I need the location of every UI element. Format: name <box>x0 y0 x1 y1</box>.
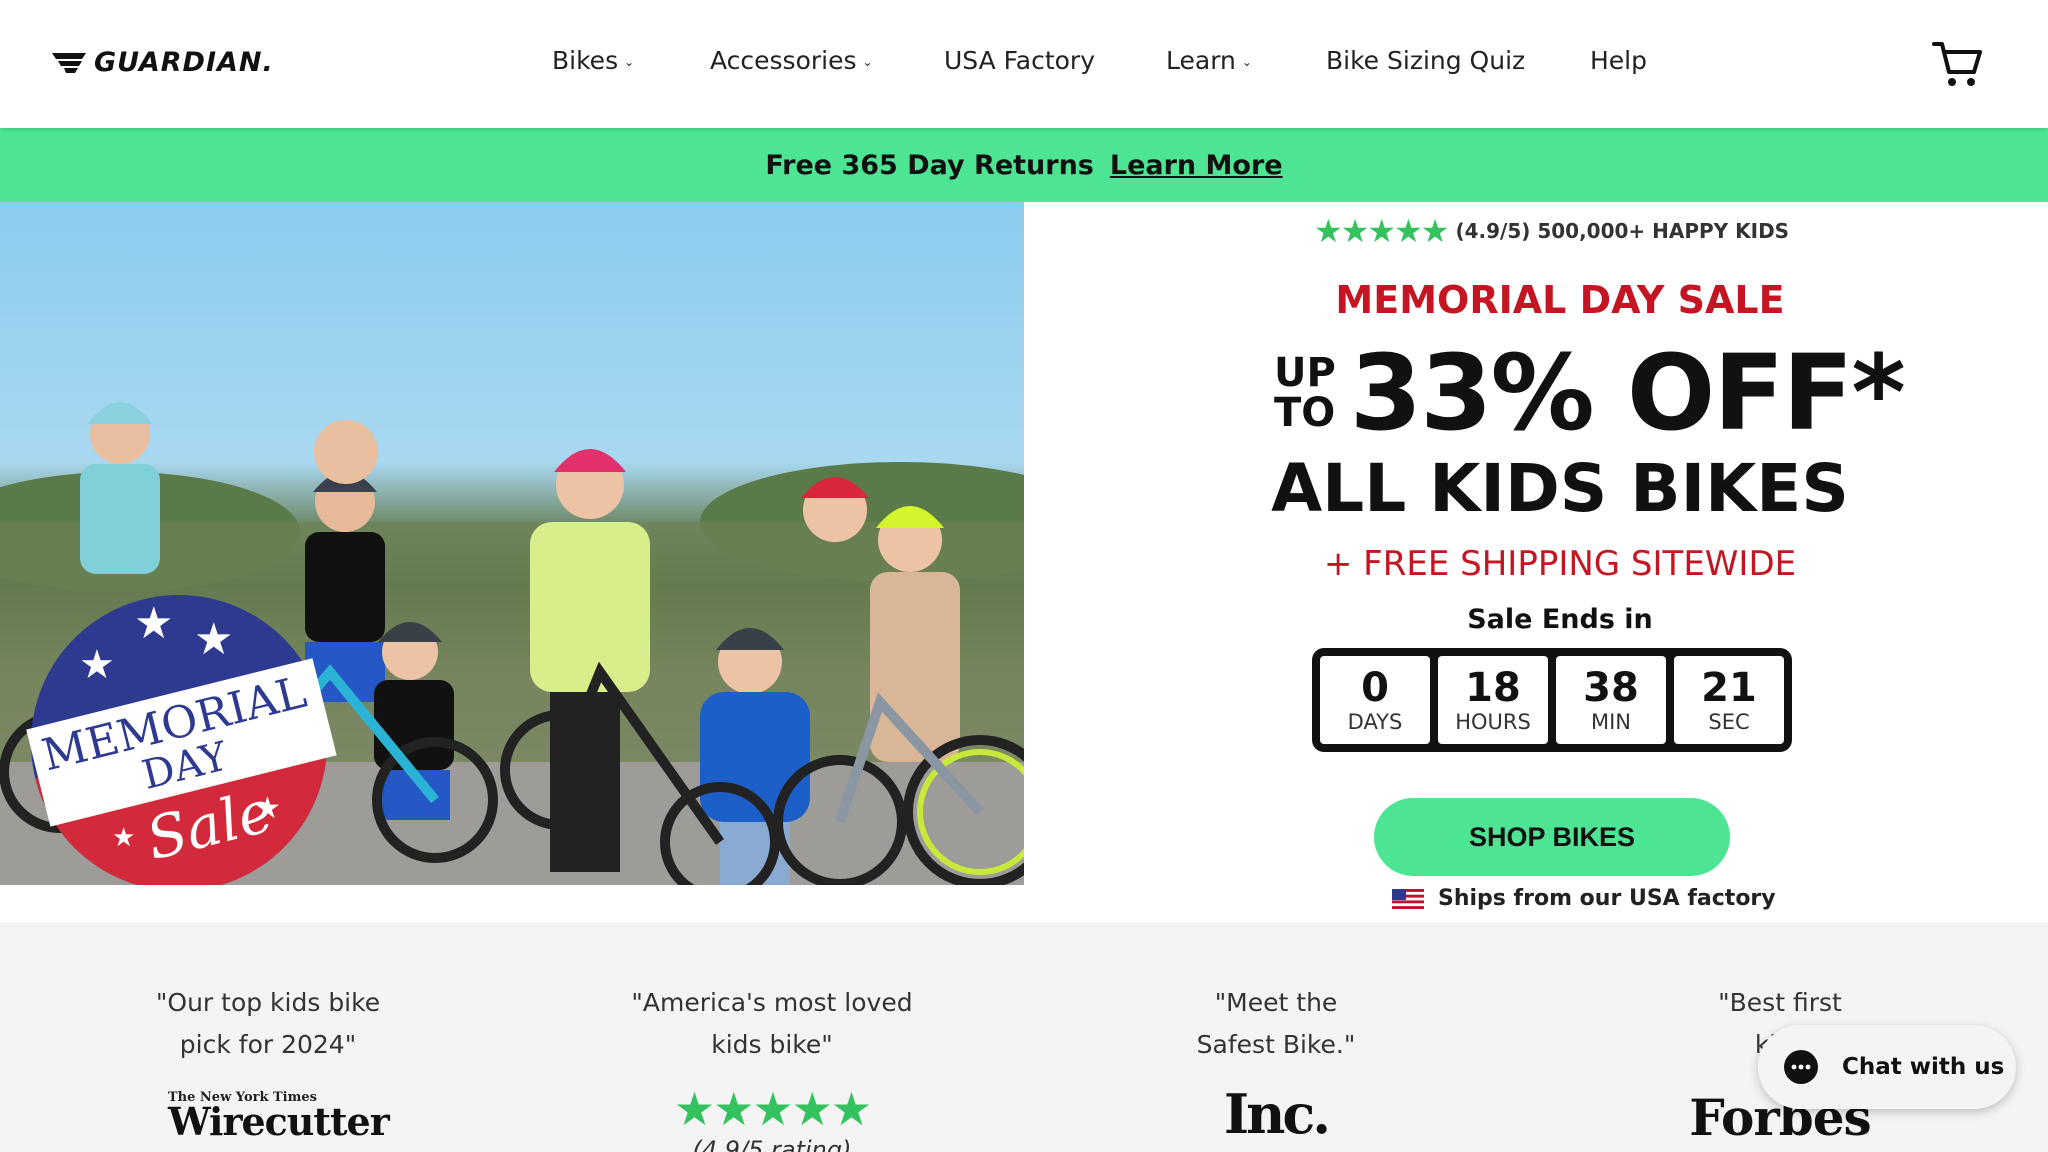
days-value: 0 <box>1361 665 1389 711</box>
quote-line: kids bike" <box>711 1030 833 1059</box>
free-shipping-text: + FREE SHIPPING SITEWIDE <box>1323 544 1797 584</box>
cart-icon[interactable] <box>1930 36 1986 92</box>
countdown-timer: 0 DAYS 18 HOURS 38 MIN 21 SEC <box>1312 648 1792 752</box>
hero-image: ★ ★ ★ ★ ★ MEMORIAL DAY Sale <box>0 202 1024 885</box>
up-to-label: UP TO <box>1274 353 1336 433</box>
min-unit: MIN <box>1590 710 1632 734</box>
wirecutter-logo: The New York Times Wirecutter <box>160 1090 390 1144</box>
svg-text:★: ★ <box>134 598 173 649</box>
svg-text:★: ★ <box>194 614 233 665</box>
countdown-days: 0 DAYS <box>1320 656 1430 744</box>
nav-usa-factory[interactable]: USA Factory <box>944 46 1095 75</box>
countdown-hours: 18 HOURS <box>1438 656 1548 744</box>
memorial-day-badge: ★ ★ ★ ★ ★ MEMORIAL DAY Sale <box>26 595 337 885</box>
learn-more-link[interactable]: Learn More <box>1110 150 1283 181</box>
quote-line: "Best first <box>1718 988 1842 1017</box>
min-value: 38 <box>1583 665 1639 711</box>
press-section: "Our top kids bike pick for 2024" The Ne… <box>0 922 2048 1152</box>
up-text: UP <box>1274 350 1336 396</box>
rating-sub: (4.9/5 rating) <box>692 1136 852 1152</box>
wirecutter-label: Wirecutter <box>168 1099 390 1144</box>
nav-usa-factory-label: USA Factory <box>944 46 1096 75</box>
to-text: TO <box>1274 390 1336 436</box>
nav-learn[interactable]: Learn ⌄ <box>1166 46 1252 75</box>
countdown-min: 38 MIN <box>1556 656 1666 744</box>
quote-line: "America's most loved <box>631 988 913 1017</box>
nav-accessories-label: Accessories <box>710 46 857 75</box>
rating-stars: ★★★★★ <box>1314 212 1449 250</box>
days-unit: DAYS <box>1347 710 1403 734</box>
site-header: GUARDIAN. Bikes ⌄ Accessories ⌄ USA Fact… <box>0 0 2048 128</box>
chevron-down-icon: ⌄ <box>862 54 873 69</box>
sale-title: MEMORIAL DAY SALE <box>1335 278 1785 322</box>
main-nav: Bikes ⌄ Accessories ⌄ USA Factory Learn … <box>0 0 2048 128</box>
sec-value: 21 <box>1701 665 1757 711</box>
promo-bar: Free 365 Day Returns Learn More <box>0 128 2048 202</box>
svg-text:★: ★ <box>79 642 115 688</box>
chat-with-us-button[interactable]: Chat with us <box>1758 1025 2016 1109</box>
promo-text: Free 365 Day Returns <box>765 149 1094 181</box>
press-quote-inc: "Meet the Safest Bike." <box>1116 982 1436 1066</box>
quote-line: "Our top kids bike <box>155 988 381 1017</box>
press-quote-loved: "America's most loved kids bike" <box>612 982 932 1066</box>
hours-value: 18 <box>1465 665 1521 711</box>
chevron-down-icon: ⌄ <box>624 54 635 69</box>
rating-stars-block: ★★★★★ (4.9/5 rating) <box>612 1082 932 1152</box>
nav-bikes-label: Bikes <box>552 46 619 75</box>
press-quote-wirecutter: "Our top kids bike pick for 2024" <box>108 982 428 1066</box>
ships-text: Ships from our USA factory <box>1438 886 1776 911</box>
rating-text: (4.9/5) 500,000+ HAPPY KIDS <box>1455 219 1790 243</box>
discount-headline: UP TO 33% OFF* <box>1274 332 1906 454</box>
inc-label: Inc. <box>1223 1082 1331 1146</box>
hero-offer: ★★★★★ (4.9/5) 500,000+ HAPPY KIDS MEMORI… <box>1024 202 2048 922</box>
chat-bubble-icon <box>1784 1050 1818 1084</box>
nav-bikes[interactable]: Bikes ⌄ <box>552 46 634 75</box>
quote-line: pick for 2024" <box>179 1030 357 1059</box>
nav-help-label: Help <box>1590 46 1647 75</box>
shop-bikes-button[interactable]: SHOP BIKES <box>1374 798 1730 876</box>
chat-label: Chat with us <box>1842 1054 2005 1080</box>
hours-unit: HOURS <box>1455 710 1531 734</box>
nav-help[interactable]: Help <box>1590 46 1647 75</box>
discount-percent: 33% OFF* <box>1349 332 1906 454</box>
quote-line: "Meet the <box>1214 988 1338 1017</box>
nav-accessories[interactable]: Accessories ⌄ <box>710 46 873 75</box>
countdown-sec: 21 SEC <box>1674 656 1784 744</box>
rating-row: ★★★★★ (4.9/5) 500,000+ HAPPY KIDS <box>1314 212 1789 250</box>
nav-bike-sizing-quiz-label: Bike Sizing Quiz <box>1326 46 1526 75</box>
inc-logo: Inc. <box>1116 1082 1436 1146</box>
sale-ends-label: Sale Ends in <box>1467 604 1653 635</box>
nav-bike-sizing-quiz[interactable]: Bike Sizing Quiz <box>1326 46 1525 75</box>
quote-line: Safest Bike." <box>1196 1030 1356 1059</box>
chevron-down-icon: ⌄ <box>1241 54 1252 69</box>
sec-unit: SEC <box>1708 710 1750 734</box>
nav-learn-label: Learn <box>1166 46 1236 75</box>
green-stars: ★★★★★ <box>673 1082 872 1136</box>
ships-from-usa: Ships from our USA factory <box>1392 886 1776 911</box>
us-flag-icon <box>1392 888 1424 909</box>
svg-text:★: ★ <box>112 823 135 853</box>
all-kids-bikes-headline: ALL KIDS BIKES <box>1271 450 1849 527</box>
